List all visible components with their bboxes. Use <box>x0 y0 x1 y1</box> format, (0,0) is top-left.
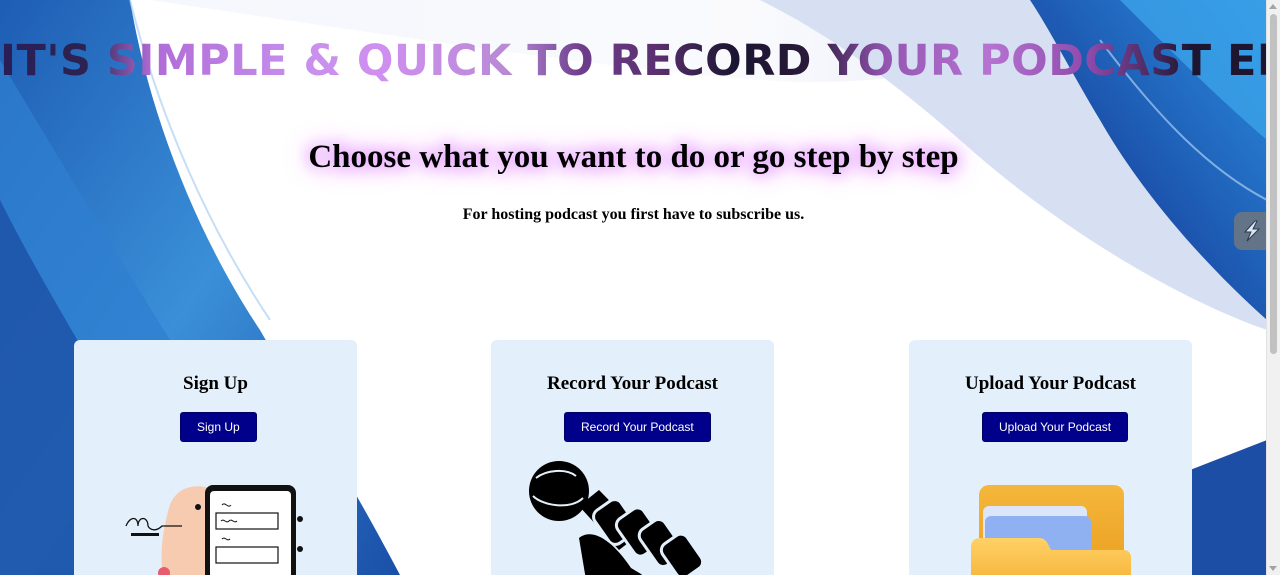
page-headline: IT'S SIMPLE & QUICK TO RECORD YOUR PODCA… <box>0 36 1280 86</box>
card-upload-podcast: Upload Your Podcast Upload Your Podcast <box>909 340 1192 575</box>
card-record-podcast: Record Your Podcast Record Your Podcast <box>491 340 774 575</box>
vertical-scrollbar[interactable] <box>1266 0 1280 575</box>
card-title: Record Your Podcast <box>547 373 718 394</box>
page: IT'S SIMPLE & QUICK TO RECORD YOUR PODCA… <box>0 0 1280 575</box>
card-title: Upload Your Podcast <box>964 373 1137 394</box>
card-title: Sign Up <box>183 373 248 394</box>
scroll-up-arrow-icon[interactable] <box>1269 4 1277 9</box>
sign-up-button[interactable]: Sign Up <box>180 412 257 442</box>
signup-form-phone-icon <box>125 485 303 575</box>
folder-icon <box>971 485 1131 575</box>
microphone-hand-icon <box>529 461 705 575</box>
scroll-down-arrow-icon[interactable] <box>1269 566 1277 571</box>
subscription-note: For hosting podcast you first have to su… <box>462 206 805 223</box>
card-sign-up: Sign Up Sign Up <box>74 340 357 575</box>
scrollbar-thumb[interactable] <box>1270 14 1277 354</box>
record-podcast-button[interactable]: Record Your Podcast <box>564 412 711 442</box>
upload-podcast-button[interactable]: Upload Your Podcast <box>982 412 1129 442</box>
side-widget-button[interactable] <box>1234 212 1270 250</box>
lightning-widget-icon <box>1243 220 1261 242</box>
page-subtitle: Choose what you want to do or go step by… <box>308 139 959 175</box>
